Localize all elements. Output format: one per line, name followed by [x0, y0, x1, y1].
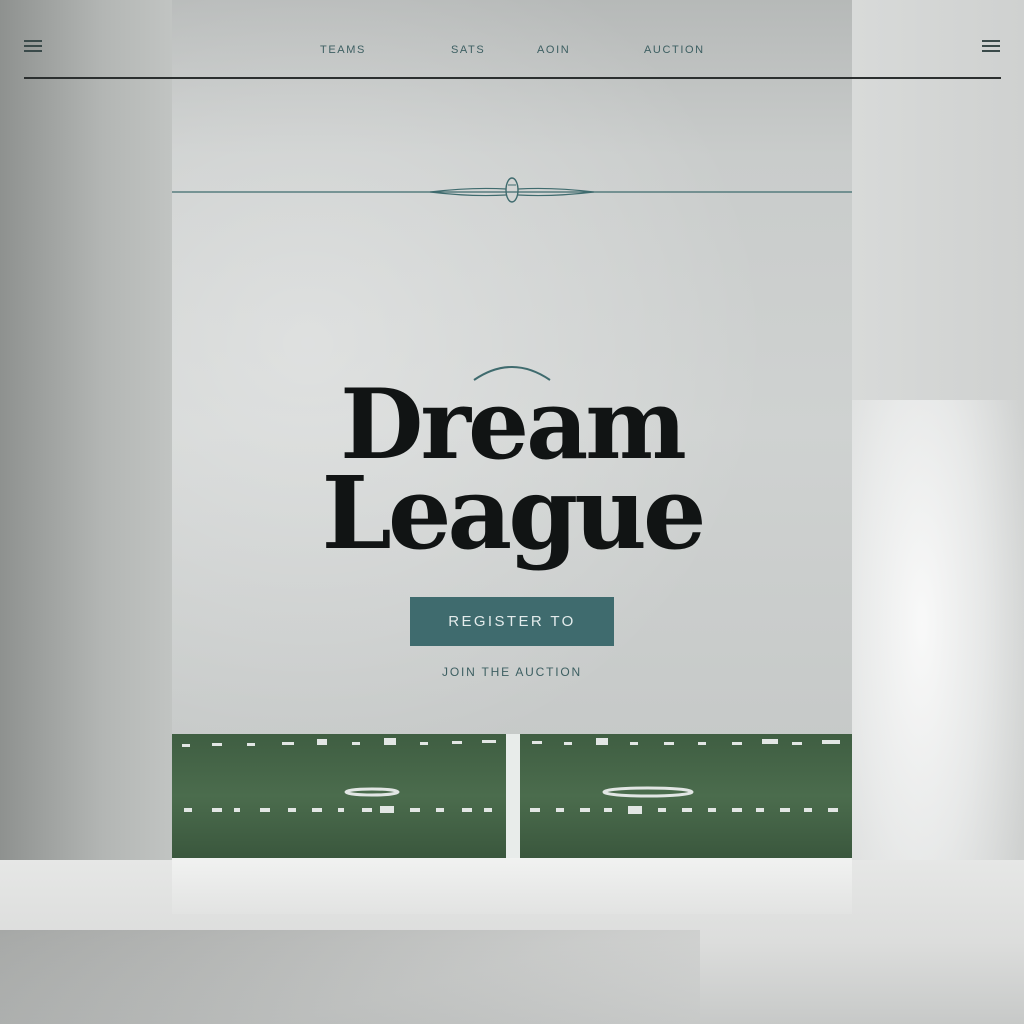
register-button[interactable]: REGISTER TO: [410, 597, 614, 646]
football-icon: [505, 177, 519, 203]
panel-base: [172, 858, 852, 914]
header-divider: [24, 77, 1001, 79]
nav-aoin[interactable]: AOIN: [537, 44, 570, 56]
hero-title-line2: League: [321, 454, 707, 572]
join-auction-link[interactable]: JOIN THE AUCTION: [172, 665, 852, 679]
nav-sats[interactable]: SATS: [451, 44, 485, 56]
site-header: TEAMS SATS AOIN AUCTION: [0, 0, 1024, 80]
nav-teams[interactable]: TEAMS: [320, 44, 366, 56]
nav-auction[interactable]: AUCTION: [644, 44, 705, 56]
floor-shadow: [0, 930, 700, 1024]
football-divider: [172, 177, 852, 203]
menu-icon-right[interactable]: [982, 40, 1000, 52]
football-field: [172, 734, 852, 858]
menu-icon[interactable]: [24, 40, 42, 52]
